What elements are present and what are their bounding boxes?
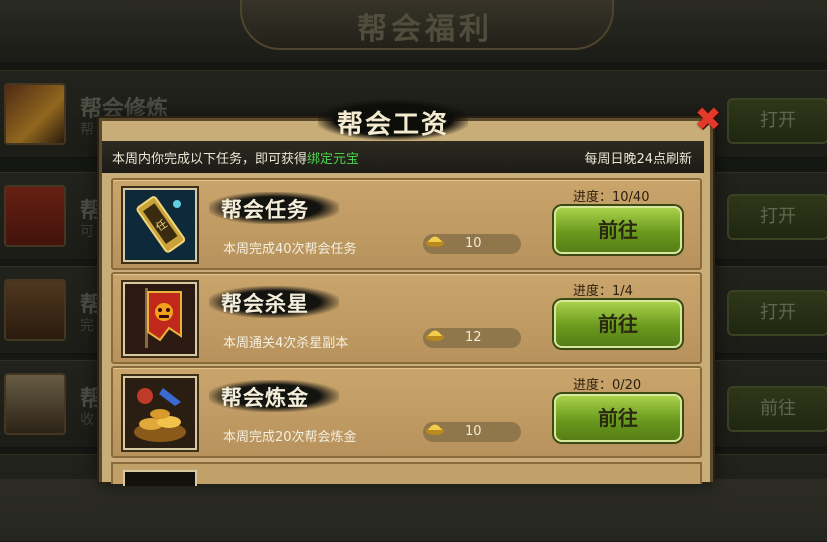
reward-value: 10 [465,424,482,439]
task-card: 任 帮会任务 本周完成40次帮会任务 10 进度：10/40 前往 [111,178,702,270]
reward-value: 12 [465,330,482,345]
close-icon[interactable]: ✖ [692,103,724,135]
gold-ingot-icon [426,236,444,247]
task-card: 帮会杀星 本周通关4次杀星副本 12 进度：1/4 前往 [111,272,702,364]
task-desc: 本周完成40次帮会任务 [223,242,357,257]
dialog-title: 帮会工资 [336,110,449,140]
go-button[interactable]: 前往 [554,300,682,348]
task-desc: 本周通关4次杀星副本 [223,336,349,351]
refresh-note: 每周日晚24点刷新 [584,152,692,167]
task-progress: 进度：0/20 [573,378,642,393]
demon-banner-icon [121,280,199,358]
go-button[interactable]: 前往 [554,206,682,254]
task-icon-partial [123,470,197,486]
task-progress: 进度：1/4 [573,284,633,299]
task-name: 帮会炼金 [221,386,309,410]
bound-ingot-label: 绑定元宝 [307,152,360,167]
task-progress: 进度：10/40 [573,190,650,205]
gold-ingot-icon [426,424,444,435]
task-name: 帮会杀星 [221,292,309,316]
task-card-partial [111,462,702,486]
task-name: 帮会任务 [221,198,309,222]
task-card: 帮会炼金 本周完成20次帮会炼金 10 进度：0/20 前往 [111,366,702,458]
gold-ingot-icon [426,330,444,341]
gold-pile-icon [121,374,199,452]
info-prefix: 本周内你完成以下任务，即可获得 [112,152,308,167]
info-bar: 本周内你完成以下任务，即可获得绑定元宝 每周日晚24点刷新 [102,141,704,173]
info-text: 本周内你完成以下任务，即可获得绑定元宝 [112,148,359,167]
reward-value: 10 [465,236,482,251]
task-desc: 本周完成20次帮会炼金 [223,430,357,445]
quest-token-icon: 任 [121,186,199,264]
go-button[interactable]: 前往 [554,394,682,442]
